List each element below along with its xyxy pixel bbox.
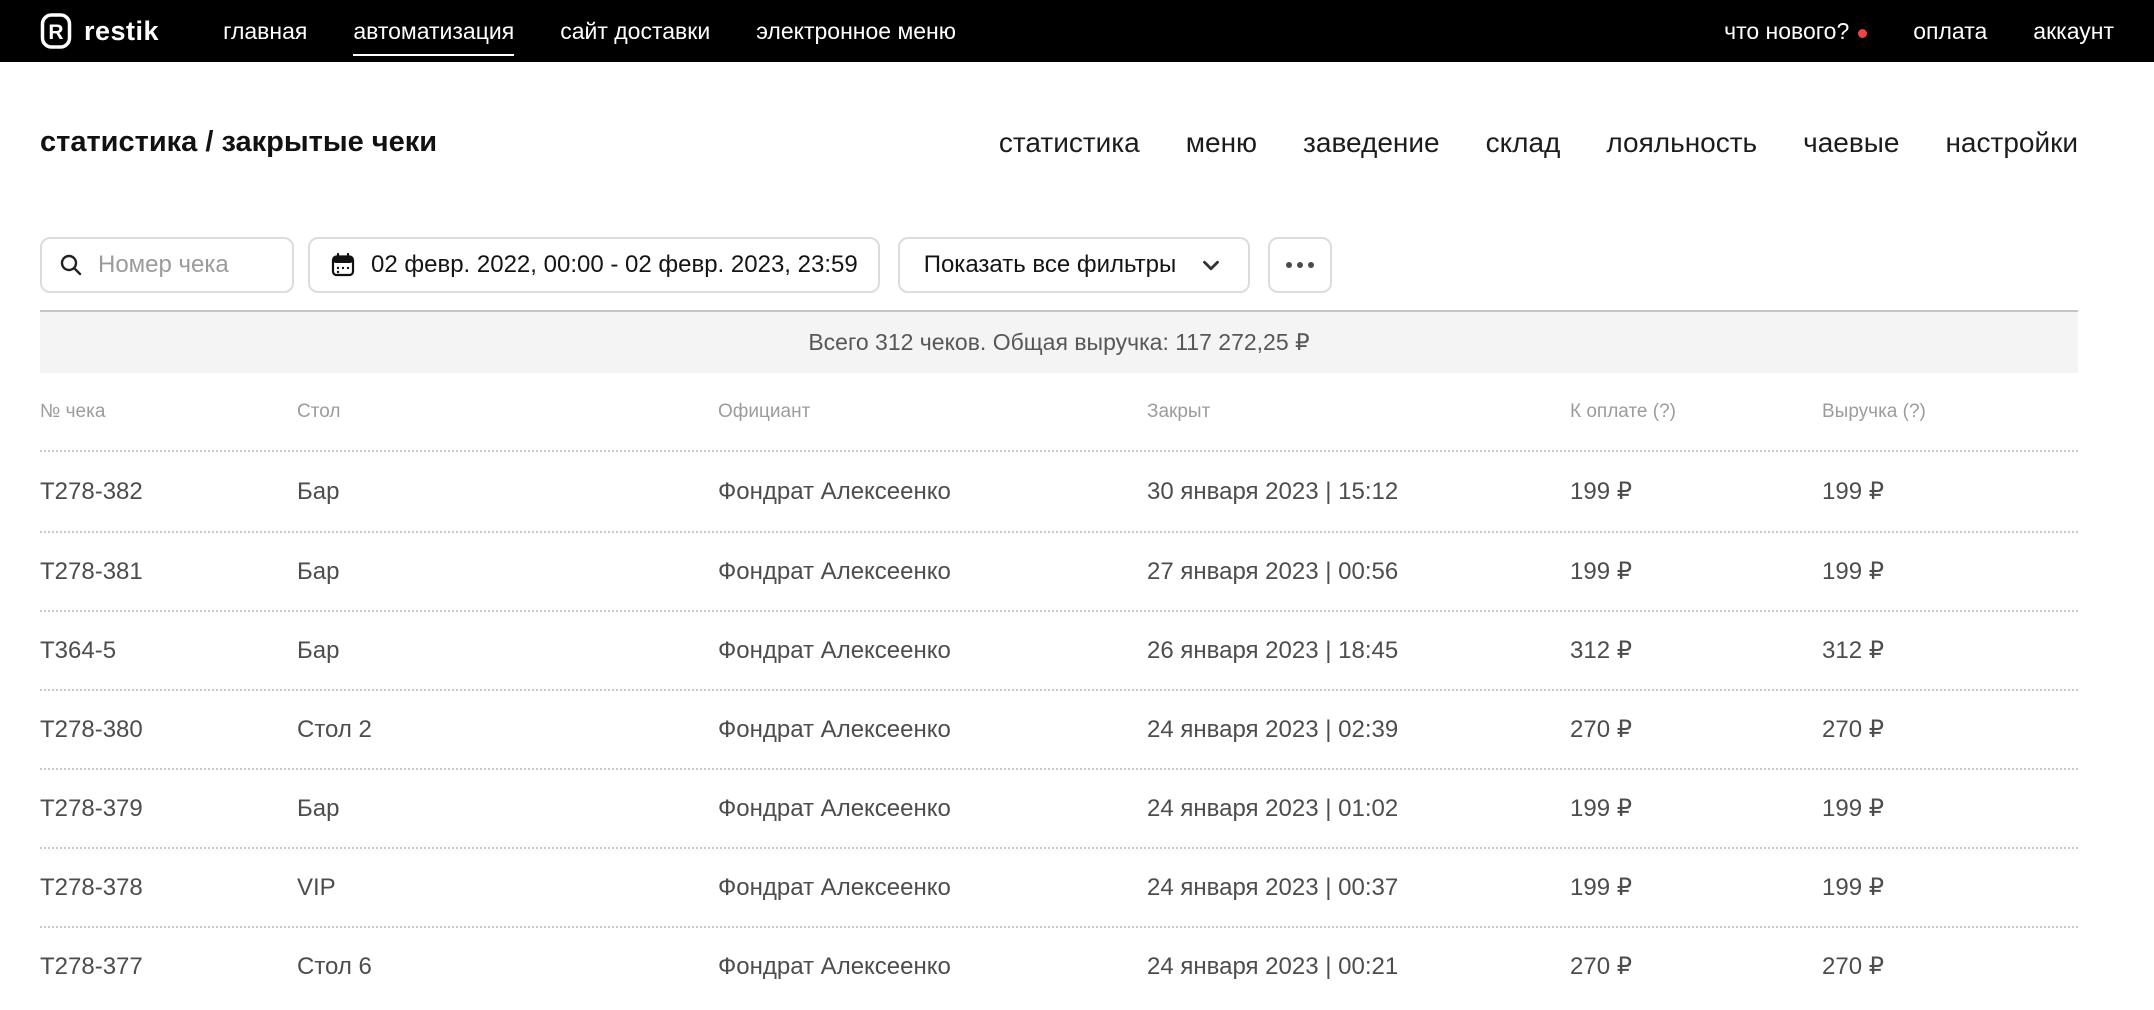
cell-waiter: Фондрат Алексеенко (718, 558, 1147, 586)
cell-waiter: Фондрат Алексеенко (718, 795, 1147, 823)
cell-to_pay: 199 ₽ (1570, 477, 1822, 506)
cell-to_pay: 199 ₽ (1570, 557, 1822, 586)
column-header: Закрыт (1147, 401, 1570, 423)
topnav-item[interactable]: автоматизация (353, 18, 514, 45)
cell-closed: 26 января 2023 | 18:45 (1147, 637, 1570, 665)
whats-new-label: что нового? (1724, 18, 1849, 45)
cell-revenue: 270 ₽ (1822, 952, 2078, 981)
cell-to_pay: 270 ₽ (1570, 952, 1822, 981)
topnav-item[interactable]: электронное меню (756, 18, 956, 45)
section-nav: статистика меню заведение склад лояльность ча… (999, 127, 2078, 159)
cell-table: Бар (297, 795, 718, 823)
cell-to_pay: 270 ₽ (1570, 715, 1822, 744)
cell-closed: 30 января 2023 | 15:12 (1147, 478, 1570, 506)
cell-number: T278-381 (40, 558, 297, 586)
cell-table: VIP (297, 874, 718, 902)
show-all-filters-label: Показать все фильтры (924, 251, 1177, 279)
subnav-item[interactable]: чаевые (1803, 127, 1899, 159)
summary-bar: Всего 312 чеков. Общая выручка: 117 272,… (40, 310, 2078, 373)
cell-revenue: 199 ₽ (1822, 794, 2078, 823)
brand-name: restik (84, 16, 159, 47)
table-row[interactable]: T364-5БарФондрат Алексеенко26 января 202… (40, 610, 2078, 689)
table-row[interactable]: T278-378VIPФондрат Алексеенко24 января 2… (40, 847, 2078, 926)
cell-table: Бар (297, 478, 718, 506)
cell-closed: 24 января 2023 | 02:39 (1147, 716, 1570, 744)
cell-number: T278-379 (40, 795, 297, 823)
cell-number: T278-378 (40, 874, 297, 902)
whats-new-link[interactable]: что нового? (1724, 18, 1867, 45)
subnav-item[interactable]: лояльность (1606, 127, 1757, 159)
subnav-item[interactable]: склад (1486, 127, 1561, 159)
cell-waiter: Фондрат Алексеенко (718, 478, 1147, 506)
cell-revenue: 199 ₽ (1822, 557, 2078, 586)
primary-nav: главная автоматизация сайт доставки электро… (223, 18, 956, 45)
column-header: Выручка (?) (1822, 401, 2078, 423)
table-row[interactable]: T278-382БарФондрат Алексеенко30 января 2… (40, 452, 2078, 531)
show-all-filters-button[interactable]: Показать все фильтры (898, 237, 1251, 293)
cell-revenue: 270 ₽ (1822, 715, 2078, 744)
payment-link[interactable]: оплата (1913, 18, 1987, 45)
restik-logo[interactable]: R restik (40, 11, 159, 51)
date-range-value: 02 февр. 2022, 00:00 - 02 февр. 2023, 23… (371, 251, 858, 279)
page-title: статистика / закрытые чеки (40, 126, 437, 159)
svg-text:R: R (48, 21, 63, 44)
search-icon (58, 252, 84, 278)
column-header: № чека (40, 401, 297, 423)
cell-revenue: 199 ₽ (1822, 873, 2078, 902)
table-body: T278-382БарФондрат Алексеенко30 января 2… (40, 452, 2078, 1005)
calendar-icon (330, 252, 356, 278)
table-row[interactable]: T278-377Стол 6Фондрат Алексеенко24 январ… (40, 926, 2078, 1005)
cell-closed: 24 января 2023 | 01:02 (1147, 795, 1570, 823)
cell-closed: 24 января 2023 | 00:37 (1147, 874, 1570, 902)
checks-table: № чекаСтолОфициантЗакрытК оплате (?)Выру… (40, 373, 2078, 1005)
search-input[interactable] (96, 250, 276, 280)
page-header: статистика / закрытые чеки статистика мен… (40, 126, 2078, 159)
cell-to_pay: 199 ₽ (1570, 794, 1822, 823)
cell-waiter: Фондрат Алексеенко (718, 637, 1147, 665)
restik-logo-icon: R (40, 11, 72, 51)
subnav-item[interactable]: заведение (1303, 127, 1440, 159)
cell-number: T278-380 (40, 716, 297, 744)
cell-closed: 24 января 2023 | 00:21 (1147, 953, 1570, 981)
cell-waiter: Фондрат Алексеенко (718, 874, 1147, 902)
cell-closed: 27 января 2023 | 00:56 (1147, 558, 1570, 586)
ellipsis-icon (1286, 262, 1314, 268)
cell-to_pay: 312 ₽ (1570, 636, 1822, 665)
topbar-right: что нового? оплата аккаунт (1724, 18, 2114, 45)
cell-revenue: 199 ₽ (1822, 477, 2078, 506)
cell-revenue: 312 ₽ (1822, 636, 2078, 665)
topnav-item[interactable]: главная (223, 18, 307, 45)
column-header: Официант (718, 401, 1147, 423)
chevron-down-icon (1198, 252, 1224, 278)
date-range-picker[interactable]: 02 февр. 2022, 00:00 - 02 февр. 2023, 23… (308, 237, 880, 293)
subnav-item[interactable]: статистика (999, 127, 1140, 159)
cell-table: Стол 6 (297, 953, 718, 981)
table-row[interactable]: T278-381БарФондрат Алексеенко27 января 2… (40, 531, 2078, 610)
topnav-item[interactable]: сайт доставки (560, 18, 710, 45)
cell-number: T278-382 (40, 478, 297, 506)
table-header-row: № чекаСтолОфициантЗакрытК оплате (?)Выру… (40, 373, 2078, 452)
cell-waiter: Фондрат Алексеенко (718, 953, 1147, 981)
top-bar: R restik главная автоматизация сайт достав… (0, 0, 2154, 62)
column-header: К оплате (?) (1570, 401, 1822, 423)
summary-text: Всего 312 чеков. Общая выручка: 117 272,… (808, 329, 1309, 356)
cell-number: T364-5 (40, 637, 297, 665)
table-row[interactable]: T278-379БарФондрат Алексеенко24 января 2… (40, 768, 2078, 847)
filters-row: 02 февр. 2022, 00:00 - 02 февр. 2023, 23… (40, 237, 2078, 293)
account-link[interactable]: аккаунт (2033, 18, 2114, 45)
cell-table: Бар (297, 558, 718, 586)
cell-table: Бар (297, 637, 718, 665)
cell-number: T278-377 (40, 953, 297, 981)
subnav-item[interactable]: меню (1186, 127, 1257, 159)
subnav-item[interactable]: настройки (1945, 127, 2078, 159)
column-header: Стол (297, 401, 718, 423)
red-dot (1858, 29, 1867, 38)
more-filters-button[interactable] (1268, 237, 1332, 293)
cell-to_pay: 199 ₽ (1570, 873, 1822, 902)
check-number-search[interactable] (40, 237, 294, 293)
cell-waiter: Фондрат Алексеенко (718, 716, 1147, 744)
cell-table: Стол 2 (297, 716, 718, 744)
table-row[interactable]: T278-380Стол 2Фондрат Алексеенко24 январ… (40, 689, 2078, 768)
